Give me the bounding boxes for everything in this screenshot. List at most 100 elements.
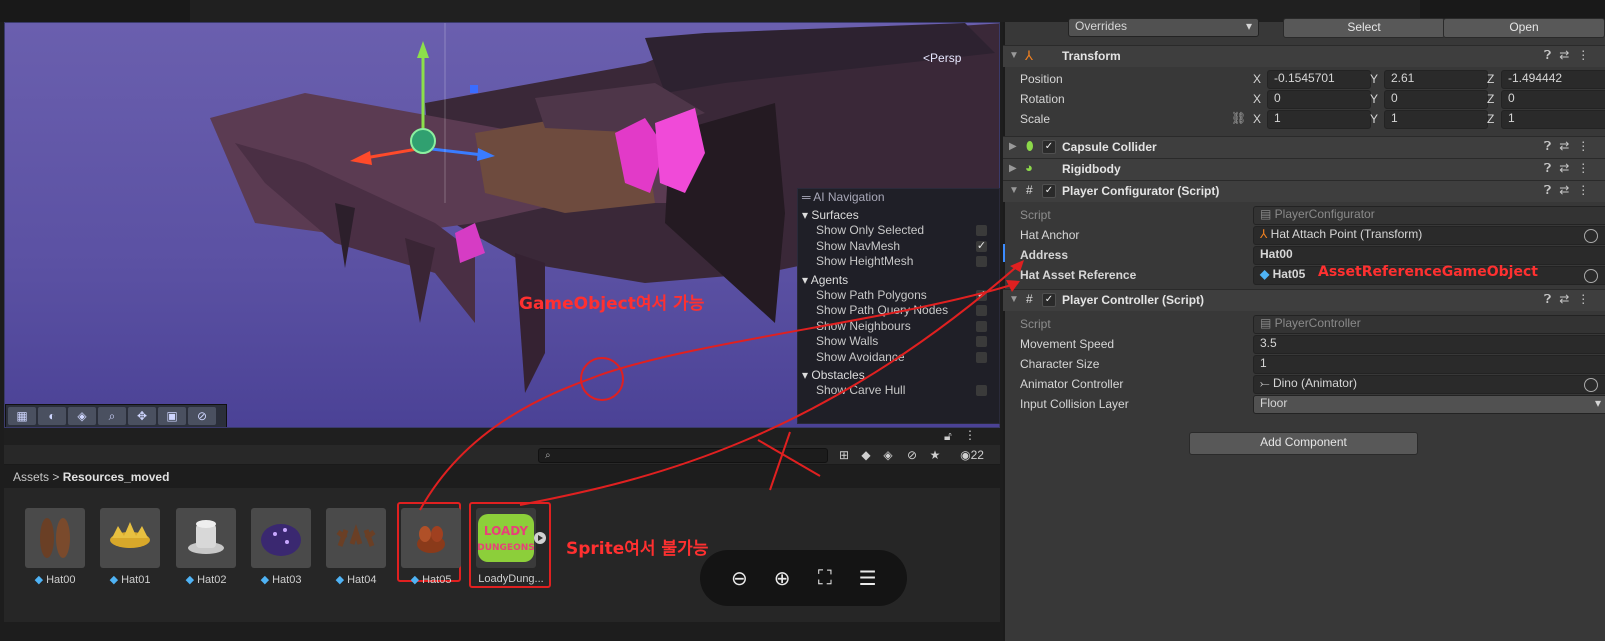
breadcrumb-current[interactable]: Resources_moved: [63, 470, 170, 484]
help-icon[interactable]: ❓︎: [1544, 183, 1559, 197]
settings-sliders-icon[interactable]: ⇄: [1559, 292, 1577, 306]
settings-sliders-icon[interactable]: ⇄: [1559, 48, 1577, 62]
enabled-checkbox[interactable]: ✓: [1042, 140, 1056, 154]
enabled-checkbox[interactable]: ✓: [1042, 293, 1056, 307]
character-size-field[interactable]: 1: [1253, 355, 1605, 374]
foldout-arrow-icon[interactable]: ▶: [1009, 163, 1017, 174]
input-collision-layer-dropdown[interactable]: Floor ▾: [1253, 395, 1605, 414]
label-icon[interactable]: ◈: [880, 447, 896, 463]
more-menu-icon[interactable]: ⋮: [1577, 292, 1597, 306]
animator-controller-field[interactable]: ⤚ Dino (Animator): [1253, 375, 1605, 394]
object-picker-icon[interactable]: [1584, 378, 1598, 392]
option-row[interactable]: Show Avoidance: [802, 350, 999, 366]
enabled-checkbox[interactable]: ✓: [1042, 184, 1056, 198]
position-z-field[interactable]: -1.494442: [1501, 70, 1605, 89]
help-icon[interactable]: ❓︎: [1544, 48, 1559, 62]
hat-anchor-field[interactable]: ⅄ Hat Attach Point (Transform): [1253, 226, 1605, 245]
position-y-field[interactable]: 2.61: [1384, 70, 1488, 89]
address-field[interactable]: Hat00: [1253, 246, 1605, 265]
shading-icon[interactable]: ◐: [38, 407, 66, 425]
zoom-out-icon[interactable]: ⊖: [725, 566, 753, 591]
grid-icon[interactable]: ▦: [8, 407, 36, 425]
settings-sliders-icon[interactable]: ⇄: [1559, 161, 1577, 175]
settings-sliders-icon[interactable]: ⇄: [1559, 183, 1577, 197]
asset-thumbnail-hat05[interactable]: [401, 508, 461, 568]
search-icon[interactable]: ⌕: [98, 407, 126, 425]
option-row[interactable]: Show Walls: [802, 334, 999, 350]
checkbox[interactable]: ✓: [976, 289, 987, 301]
z-axis-label[interactable]: Z: [1487, 72, 1494, 86]
y-axis-label[interactable]: Y: [1370, 72, 1378, 86]
rotation-z-field[interactable]: 0: [1501, 90, 1605, 109]
more-menu-icon[interactable]: ⋮: [1577, 161, 1597, 175]
fit-screen-icon[interactable]: ⛶: [811, 567, 839, 590]
option-row[interactable]: Show Neighbours: [802, 319, 999, 335]
more-menu-icon[interactable]: ⋮: [964, 428, 976, 442]
breadcrumb-root[interactable]: Assets: [13, 470, 49, 484]
scale-z-field[interactable]: 1: [1501, 110, 1605, 129]
z-axis-label[interactable]: Z: [1487, 92, 1494, 106]
zoom-in-icon[interactable]: ⊕: [768, 566, 796, 591]
position-x-field[interactable]: -0.1545701: [1267, 70, 1371, 89]
settings-sliders-icon[interactable]: ⇄: [1559, 139, 1577, 153]
x-axis-label[interactable]: X: [1253, 92, 1261, 106]
search-input[interactable]: ⌕: [538, 448, 828, 463]
checkbox[interactable]: [976, 305, 987, 316]
checkbox[interactable]: [976, 336, 987, 347]
movement-speed-field[interactable]: 3.5: [1253, 335, 1605, 354]
rotation-x-field[interactable]: 0: [1267, 90, 1371, 109]
option-row[interactable]: Show Path Polygons ✓: [802, 288, 999, 304]
x-axis-label[interactable]: X: [1253, 72, 1261, 86]
foldout-arrow-icon[interactable]: ▼: [1009, 50, 1019, 61]
foldout-arrow-icon[interactable]: ▼: [1009, 185, 1019, 196]
more-menu-icon[interactable]: ⋮: [1577, 48, 1597, 62]
object-picker-icon[interactable]: [1584, 229, 1598, 243]
move-icon[interactable]: ✥: [128, 407, 156, 425]
checkbox[interactable]: [976, 225, 987, 236]
gizmo-icon[interactable]: ⊘: [188, 407, 216, 425]
checkbox[interactable]: [976, 256, 987, 267]
checkbox[interactable]: [976, 351, 987, 363]
object-picker-icon[interactable]: [1584, 269, 1598, 283]
option-row[interactable]: Show Carve Hull: [802, 383, 999, 399]
warning-icon[interactable]: ⊘: [904, 447, 920, 463]
type-filter-icon[interactable]: ◆: [858, 447, 874, 463]
more-menu-icon[interactable]: ⋮: [1577, 183, 1597, 197]
y-axis-label[interactable]: Y: [1370, 92, 1378, 106]
drag-handle-icon[interactable]: ═: [802, 190, 811, 204]
layers-icon[interactable]: ◈: [68, 407, 96, 425]
option-row[interactable]: Show NavMesh ✓: [802, 239, 999, 255]
option-row[interactable]: Show Only Selected: [802, 223, 999, 239]
asset-thumbnail-hat03[interactable]: [251, 508, 311, 568]
checkbox[interactable]: [976, 385, 987, 396]
camera-mode-label[interactable]: <Persp: [923, 51, 961, 65]
foldout-arrow-icon[interactable]: ▶: [1009, 141, 1017, 152]
scale-x-field[interactable]: 1: [1267, 110, 1371, 129]
asset-thumbnail-hat04[interactable]: [326, 508, 386, 568]
asset-thumbnail-loadydungeons[interactable]: LOADY DUNGEONS: [476, 508, 546, 568]
section-surfaces[interactable]: ▾ Surfaces: [802, 207, 999, 223]
scale-y-field[interactable]: 1: [1384, 110, 1488, 129]
visibility-count[interactable]: ◉22: [950, 447, 994, 463]
x-axis-label[interactable]: X: [1253, 112, 1261, 126]
overrides-dropdown[interactable]: Overrides ▾: [1068, 18, 1259, 37]
asset-thumbnail-hat00[interactable]: [25, 508, 85, 568]
rotation-y-field[interactable]: 0: [1384, 90, 1488, 109]
z-axis-label[interactable]: Z: [1487, 112, 1494, 126]
link-icon[interactable]: ⛓: [1231, 111, 1246, 125]
help-icon[interactable]: ❓︎: [1544, 292, 1559, 306]
lock-icon[interactable]: 🔓︎: [944, 429, 952, 444]
y-axis-label[interactable]: Y: [1370, 112, 1378, 126]
asset-thumbnail-hat02[interactable]: [176, 508, 236, 568]
asset-thumbnail-hat01[interactable]: [100, 508, 160, 568]
help-icon[interactable]: ❓︎: [1544, 161, 1559, 175]
camera-icon[interactable]: ▣: [158, 407, 186, 425]
open-button[interactable]: Open: [1443, 18, 1605, 38]
select-button[interactable]: Select: [1283, 18, 1445, 38]
add-component-button[interactable]: Add Component: [1189, 432, 1418, 455]
section-obstacles[interactable]: ▾ Obstacles: [802, 367, 999, 383]
option-row[interactable]: Show HeightMesh: [802, 254, 999, 270]
option-row[interactable]: Show Path Query Nodes: [802, 303, 999, 319]
more-menu-icon[interactable]: ⋮: [1577, 139, 1597, 153]
section-agents[interactable]: ▾ Agents: [802, 272, 999, 288]
